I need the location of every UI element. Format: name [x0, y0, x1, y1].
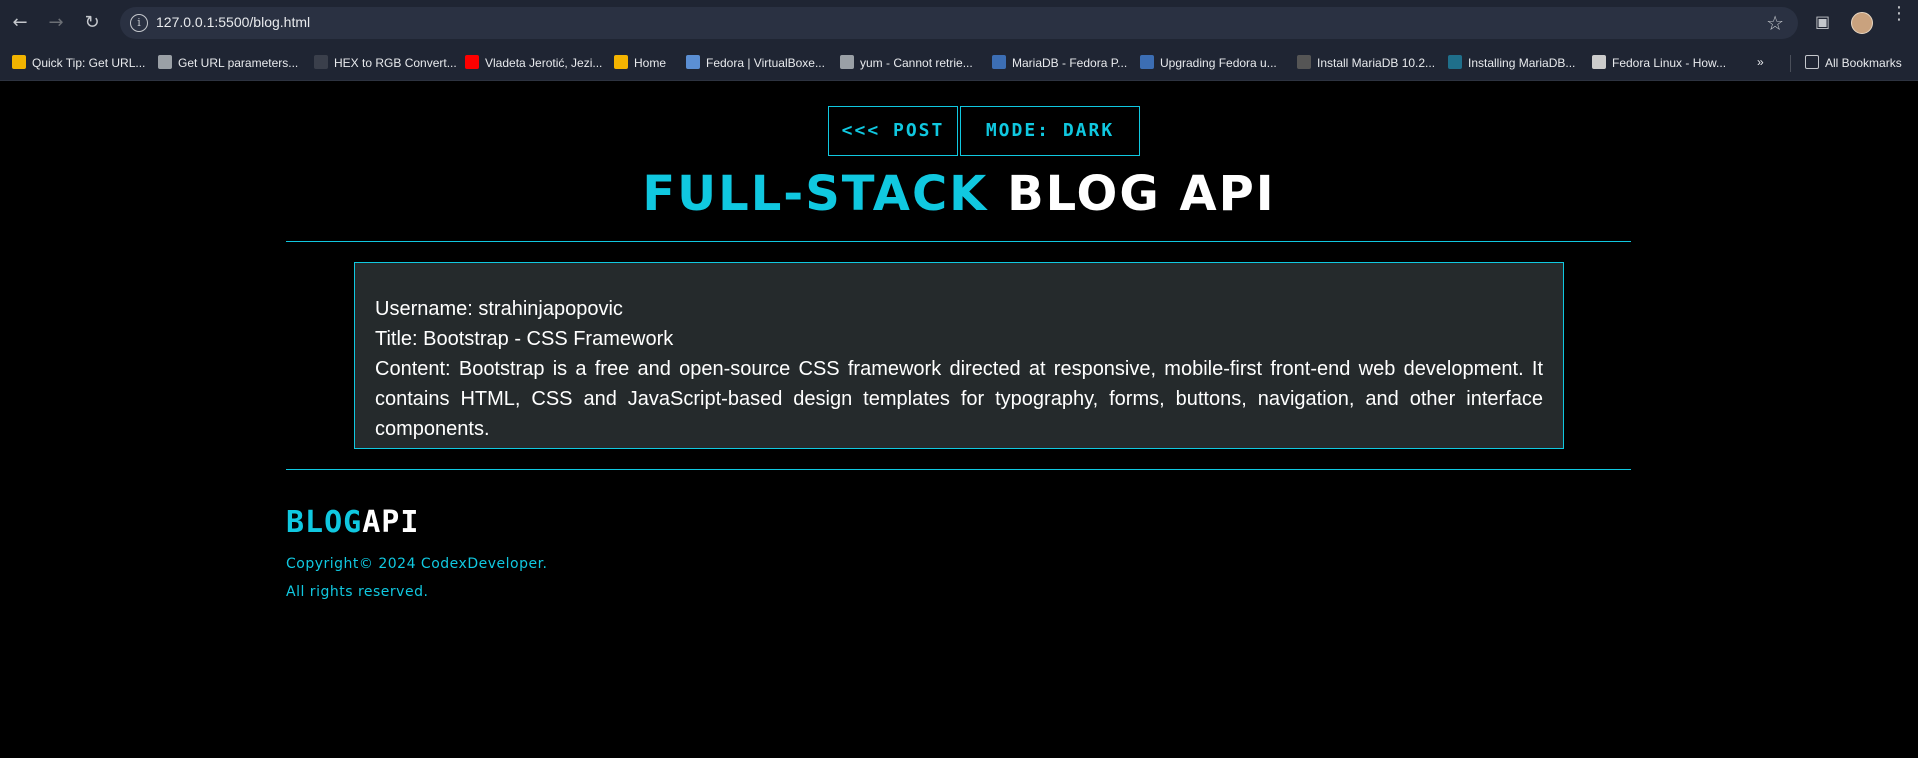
- post-title: Title: Bootstrap - CSS Framework: [375, 328, 674, 350]
- bookmark-label: HEX to RGB Convert...: [334, 56, 457, 70]
- post-username: Username: strahinjapopovic: [375, 298, 623, 320]
- bookmark-label: Install MariaDB 10.2...: [1317, 56, 1436, 70]
- bookmark-favicon: [12, 55, 26, 69]
- forward-arrow-icon[interactable]: →: [44, 11, 68, 35]
- stack-icon: [840, 55, 854, 69]
- bookmark-label: yum - Cannot retrie...: [860, 56, 973, 70]
- bookmark-item[interactable]: MariaDB - Fedora P...: [992, 55, 1127, 70]
- bookmark-item[interactable]: HEX to RGB Convert...: [314, 55, 457, 70]
- bookmark-item[interactable]: Fedora Linux - How...: [1592, 55, 1726, 70]
- bookmarks-bar: » All Bookmarks Quick Tip: Get URL... Get…: [0, 46, 1918, 81]
- mode-toggle-button[interactable]: MODE: DARK: [960, 106, 1140, 156]
- bookmark-item[interactable]: Upgrading Fedora u...: [1140, 55, 1277, 70]
- bookmark-label: MariaDB - Fedora P...: [1012, 56, 1128, 70]
- terminal-icon: [1297, 55, 1311, 69]
- youtube-icon: [465, 55, 479, 69]
- bookmark-label: Vladeta Jerotić, Jezi...: [485, 56, 603, 70]
- address-bar[interactable]: i 127.0.0.1:5500/blog.html ☆: [120, 7, 1798, 39]
- bookmark-item[interactable]: Fedora | VirtualBoxe...: [686, 55, 825, 70]
- bookmark-item[interactable]: Get URL parameters...: [158, 55, 298, 70]
- post-content: Content: Bootstrap is a free and open-so…: [375, 358, 1543, 440]
- bookmark-label: Fedora | VirtualBoxe...: [706, 56, 825, 70]
- bookmark-item[interactable]: Home: [614, 55, 666, 70]
- flower-icon: [614, 55, 628, 69]
- profile-avatar[interactable]: [1851, 12, 1873, 34]
- back-to-post-button[interactable]: <<< POST: [828, 106, 958, 156]
- bookmark-item[interactable]: Install MariaDB 10.2...: [1297, 55, 1435, 70]
- bookmark-label: Quick Tip: Get URL...: [32, 56, 146, 70]
- fedora-icon: [1140, 55, 1154, 69]
- bookmark-item[interactable]: Installing MariaDB...: [1448, 55, 1575, 70]
- bookmark-label: Fedora Linux - How...: [1612, 56, 1727, 70]
- bookmark-label: Home: [634, 56, 667, 70]
- bottom-divider: [286, 469, 1631, 470]
- bookmarks-overflow-icon[interactable]: »: [1757, 55, 1764, 69]
- title-accent: FULL-STACK: [642, 166, 989, 222]
- footer-rights: All rights reserved.: [286, 584, 429, 600]
- bookmark-item[interactable]: Quick Tip: Get URL...: [12, 55, 145, 70]
- penguin-icon: [1592, 55, 1606, 69]
- top-divider: [286, 241, 1631, 242]
- post-card: Username: strahinjapopovic Title: Bootst…: [354, 262, 1564, 449]
- footer-logo-accent: BLOG: [286, 505, 363, 540]
- all-bookmarks-label: All Bookmarks: [1825, 56, 1902, 70]
- bookmark-label: Get URL parameters...: [178, 56, 299, 70]
- virtualbox-icon: [686, 55, 700, 69]
- site-info-icon[interactable]: i: [130, 14, 148, 32]
- side-panel-icon[interactable]: ▣: [1815, 12, 1830, 31]
- footer-logo: BLOGAPI: [286, 505, 419, 540]
- laptop-icon: [158, 55, 172, 69]
- bookmark-item[interactable]: Vladeta Jerotić, Jezi...: [465, 55, 602, 70]
- back-arrow-icon[interactable]: ←: [8, 11, 32, 35]
- bookmark-star-icon[interactable]: ☆: [1766, 11, 1784, 35]
- dot-icon: [314, 55, 328, 69]
- footer-copyright: Copyright© 2024 CodexDeveloper.: [286, 556, 548, 572]
- bookmark-label: Upgrading Fedora u...: [1160, 56, 1277, 70]
- bookmarks-divider: [1790, 55, 1791, 72]
- all-bookmarks[interactable]: All Bookmarks: [1805, 55, 1902, 70]
- bookmark-item[interactable]: yum - Cannot retrie...: [840, 55, 973, 70]
- title-rest: BLOG API: [1007, 166, 1276, 222]
- fedora-icon: [992, 55, 1006, 69]
- browser-chrome: ← → ↻ i 127.0.0.1:5500/blog.html ☆ ▣ ⋮ »…: [0, 0, 1918, 81]
- bookmark-label: Installing MariaDB...: [1468, 56, 1576, 70]
- footer-logo-rest: API: [362, 505, 420, 540]
- toolbar: ← → ↻ i 127.0.0.1:5500/blog.html ☆ ▣ ⋮: [0, 0, 1918, 46]
- folder-icon: [1805, 55, 1819, 69]
- menu-kebab-icon[interactable]: ⋮: [1890, 5, 1908, 23]
- page-title: FULL-STACK BLOG API: [0, 166, 1918, 222]
- reload-icon[interactable]: ↻: [80, 11, 104, 35]
- url-text[interactable]: 127.0.0.1:5500/blog.html: [156, 14, 310, 30]
- mariadb-icon: [1448, 55, 1462, 69]
